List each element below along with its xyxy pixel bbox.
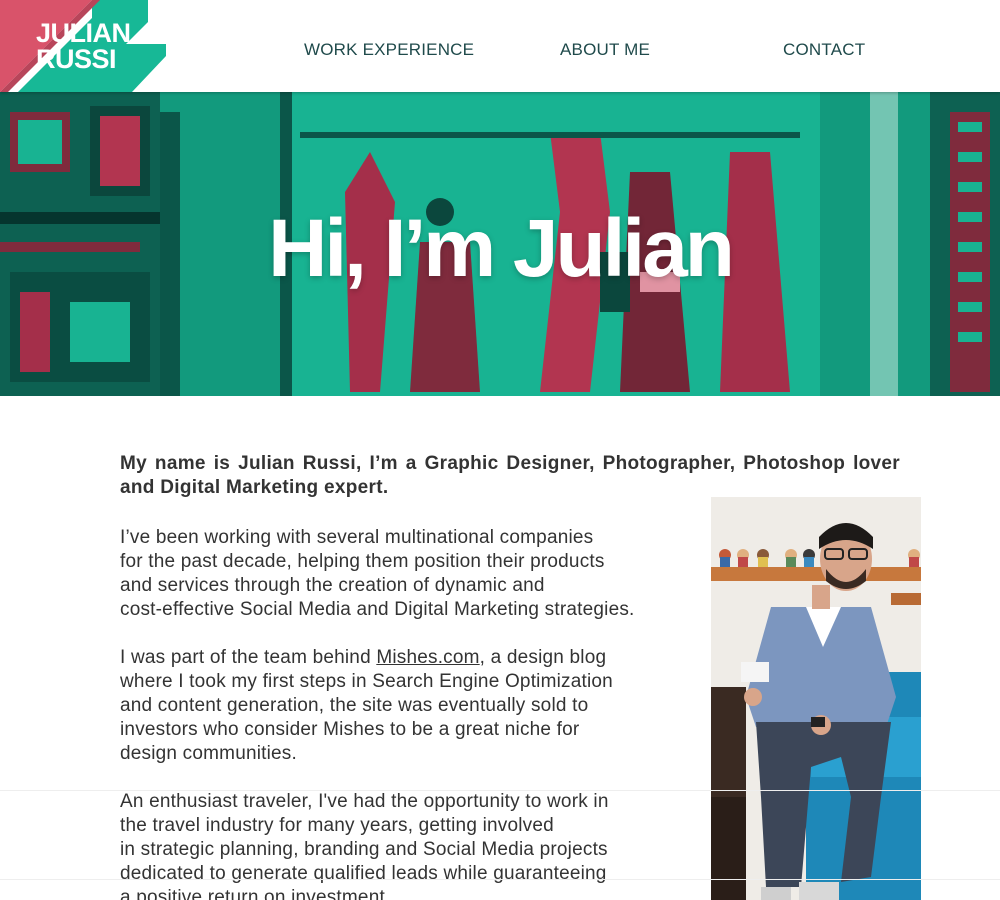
paragraph-line: where I took my first steps in Search En…: [120, 671, 613, 692]
hero-banner: Hi, I’m Julian: [0, 92, 1000, 396]
site-header: JULIAN RUSSI WORK EXPERIENCE ABOUT ME CO…: [0, 0, 1000, 92]
profile-photo: [711, 497, 921, 900]
paragraph-line: the travel industry for many years, gett…: [120, 815, 554, 836]
paragraph-line: design communities.: [120, 743, 297, 764]
paragraph-line: in strategic planning, branding and Soci…: [120, 839, 608, 860]
nav-about-me[interactable]: ABOUT ME: [560, 40, 650, 60]
main-nav: WORK EXPERIENCE ABOUT ME CONTACT: [0, 40, 1000, 64]
nav-contact[interactable]: CONTACT: [783, 40, 865, 60]
intro-text: My name is Julian Russi, I’m a Graphic D…: [120, 453, 900, 498]
paragraph-line: I’ve been working with several multinati…: [120, 527, 594, 548]
divider-line: [0, 879, 1000, 880]
nav-work-experience[interactable]: WORK EXPERIENCE: [304, 40, 474, 60]
paragraph-line: An enthusiast traveler, I've had the opp…: [120, 791, 609, 812]
paragraph-line: investors who consider Mishes to be a gr…: [120, 719, 580, 740]
about-intro-block: My name is Julian Russi, I’m a Graphic D…: [120, 452, 900, 500]
paragraph-text: I was part of the team behind: [120, 647, 377, 668]
paragraph-line: for the past decade, helping them positi…: [120, 551, 605, 572]
about-paragraph-3: An enthusiast traveler, I've had the opp…: [120, 790, 710, 900]
about-paragraph-1: I’ve been working with several multinati…: [120, 526, 710, 622]
paragraph-line: cost-effective Social Media and Digital …: [120, 599, 635, 620]
divider-line: [0, 790, 1000, 791]
paragraph-line: a positive return on investment.: [120, 887, 391, 900]
paragraph-line: and services through the creation of dyn…: [120, 575, 545, 596]
about-paragraph-2: I was part of the team behind Mishes.com…: [120, 646, 710, 766]
hero-title: Hi, I’m Julian: [268, 203, 735, 294]
paragraph-line: dedicated to generate qualified leads wh…: [120, 863, 607, 884]
paragraph-line: I was part of the team behind Mishes.com…: [120, 646, 710, 670]
paragraph-line: and content generation, the site was eve…: [120, 695, 589, 716]
paragraph-text: , a design blog: [479, 647, 607, 668]
profile-photo-image: [711, 497, 921, 900]
mishes-link[interactable]: Mishes.com: [376, 647, 479, 668]
